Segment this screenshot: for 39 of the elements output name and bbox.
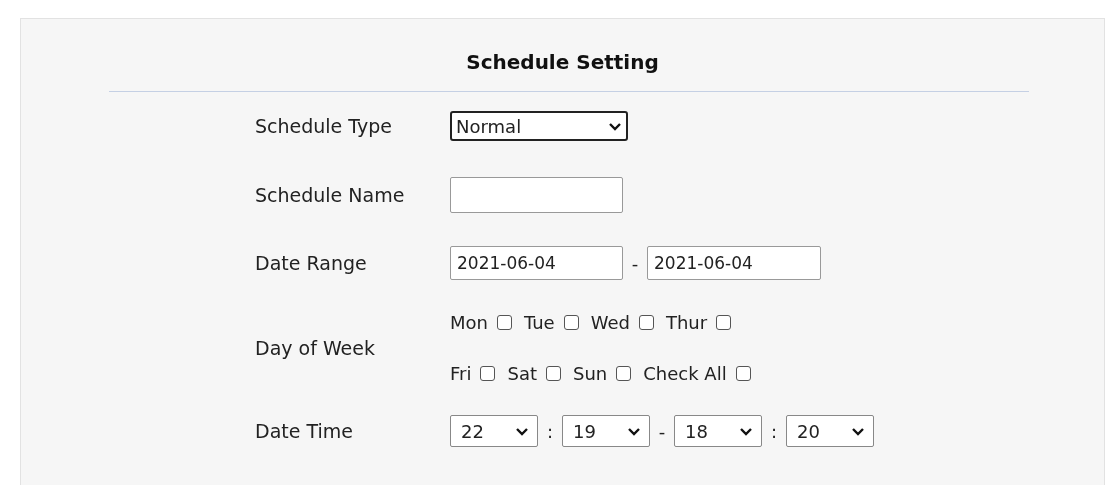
section-title: Schedule Setting <box>466 49 659 76</box>
day-label: Thur <box>665 311 708 335</box>
chevron-down-icon <box>515 426 529 436</box>
field-label: Date Time <box>255 418 354 444</box>
time-separator: : <box>545 419 555 444</box>
time-select[interactable]: 18 <box>674 415 762 447</box>
day-checkbox[interactable] <box>638 315 654 330</box>
chevron-down-icon <box>627 426 641 436</box>
day-label: Sat <box>507 362 537 386</box>
field-label: Schedule Name <box>255 182 406 208</box>
chevron-down-icon <box>739 426 753 436</box>
start-date-field[interactable]: 2021-06-04 <box>450 246 623 280</box>
day-label: Tue <box>523 311 555 335</box>
range-separator: - <box>630 251 640 276</box>
time-select[interactable]: 19 <box>562 415 650 447</box>
time-separator: : <box>769 419 779 444</box>
chevron-down-icon <box>608 121 622 131</box>
field-label: Date Range <box>255 250 368 276</box>
day-label: Check All <box>643 362 727 386</box>
day-checkbox[interactable] <box>616 366 632 381</box>
day-checkbox[interactable] <box>735 366 751 381</box>
end-date-field[interactable]: 2021-06-04 <box>647 246 821 280</box>
day-label: Fri <box>450 362 472 386</box>
schedule-type-select[interactable]: Normal <box>450 111 628 141</box>
day-checkbox[interactable] <box>716 315 732 330</box>
day-checkbox[interactable] <box>480 366 496 381</box>
time-select[interactable]: 22 <box>450 415 538 447</box>
day-checkbox[interactable] <box>545 366 561 381</box>
schedule-name-field[interactable] <box>450 177 623 213</box>
chevron-down-icon <box>851 426 865 436</box>
day-checkbox[interactable] <box>496 315 512 330</box>
day-checkbox[interactable] <box>563 315 579 330</box>
time-separator: - <box>657 419 667 444</box>
field-label: Schedule Type <box>255 113 393 139</box>
time-select[interactable]: 20 <box>786 415 874 447</box>
day-label: Sun <box>572 362 608 386</box>
day-label: Wed <box>590 311 630 335</box>
field-label: Day of Week <box>255 335 376 361</box>
day-label: Mon <box>450 311 488 335</box>
